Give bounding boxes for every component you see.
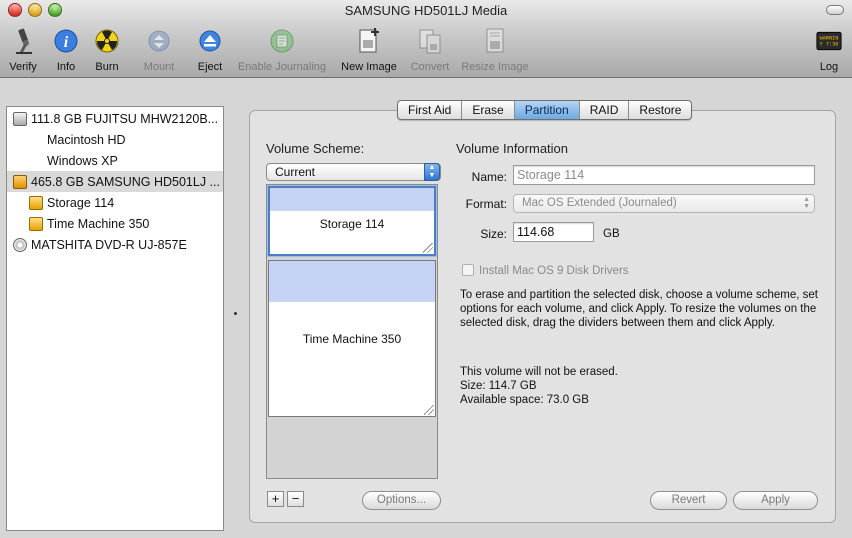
tab-first-aid[interactable]: First Aid	[398, 101, 463, 119]
convert-icon	[417, 26, 443, 56]
info-icon: i	[53, 26, 79, 56]
name-label: Name:	[471, 170, 507, 184]
install-os9-drivers-label: Install Mac OS 9 Disk Drivers	[479, 265, 629, 277]
resize-grip-icon[interactable]	[424, 405, 434, 415]
size-unit: GB	[603, 228, 620, 240]
size-field[interactable]: 114.68	[513, 222, 594, 242]
options-button[interactable]: Options...	[362, 491, 441, 510]
volume-scheme-select[interactable]: Current ▲ ▼	[266, 163, 441, 181]
eject-button[interactable]: Eject	[192, 26, 228, 76]
log-icon: WARNIN Y 7:36	[816, 26, 842, 56]
apply-button[interactable]: Apply	[733, 491, 818, 510]
tab-restore[interactable]: Restore	[629, 101, 691, 119]
info-button[interactable]: i Info	[50, 26, 82, 76]
journal-icon	[269, 26, 295, 56]
instructions-text: To erase and partition the selected disk…	[460, 289, 818, 329]
svg-text:WARNIN: WARNIN	[820, 35, 839, 41]
tab-bar: First Aid Erase Partition RAID Restore	[397, 100, 693, 120]
volume-scheme-label: Volume Scheme:	[266, 141, 365, 156]
enable-journaling-button[interactable]: Enable Journaling	[234, 26, 330, 76]
verify-button[interactable]: Verify	[4, 26, 42, 76]
partition-usage-band	[270, 188, 434, 211]
sidebar-item-dvd-drive[interactable]: MATSHITA DVD-R UJ-857E	[7, 234, 223, 255]
mount-icon	[146, 26, 172, 56]
sidebar-item-windows-xp[interactable]: Windows XP	[7, 150, 223, 171]
microscope-icon	[10, 26, 36, 56]
available-space-text: Available space: 73.0 GB	[460, 394, 589, 406]
volume-information-heading: Volume Information	[456, 141, 569, 156]
convert-button[interactable]: Convert	[406, 26, 454, 76]
sidebar-item-storage-114[interactable]: Storage 114	[7, 192, 223, 213]
partition-storage-114[interactable]: Storage 114	[268, 186, 436, 256]
sidebar-item-time-machine-350[interactable]: Time Machine 350	[7, 213, 223, 234]
popup-arrows-icon: ▲ ▼	[803, 196, 810, 210]
radiation-icon	[94, 26, 120, 56]
tab-raid[interactable]: RAID	[580, 101, 630, 119]
new-image-button[interactable]: New Image	[338, 26, 400, 76]
external-disk-icon	[13, 174, 27, 189]
split-view-handle[interactable]	[234, 312, 237, 315]
window-toolbar: SAMSUNG HD501LJ Media Verify i Info Burn…	[0, 0, 852, 78]
format-label: Format:	[465, 197, 507, 211]
format-select[interactable]: Mac OS Extended (Journaled) ▲ ▼	[513, 194, 815, 213]
resize-grip-icon[interactable]	[423, 243, 433, 253]
sidebar-item-samsung-disk[interactable]: 465.8 GB SAMSUNG HD501LJ ...	[7, 171, 223, 192]
toolbar-toggle-button[interactable]	[826, 5, 844, 15]
eject-icon	[197, 26, 223, 56]
install-os9-drivers-checkbox[interactable]	[462, 264, 474, 276]
volume-icon	[29, 195, 43, 210]
window-title: SAMSUNG HD501LJ Media	[344, 3, 508, 18]
erase-status-text: This volume will not be erased.	[460, 366, 618, 378]
optical-disc-icon	[13, 237, 27, 252]
mount-button[interactable]: Mount	[138, 26, 180, 76]
popup-arrows-icon: ▲ ▼	[424, 163, 440, 181]
tab-partition[interactable]: Partition	[514, 101, 580, 119]
disk-list-sidebar[interactable]: 111.8 GB FUJITSU MHW2120B... Macintosh H…	[6, 106, 224, 531]
partition-time-machine-350[interactable]: Time Machine 350	[268, 260, 436, 417]
remove-partition-button[interactable]: −	[287, 491, 304, 507]
partition-map[interactable]: Storage 114 Time Machine 350	[266, 184, 438, 479]
partition-usage-band	[269, 261, 435, 302]
tab-erase[interactable]: Erase	[462, 101, 515, 119]
size-label: Size:	[480, 227, 507, 241]
resize-image-icon	[482, 26, 508, 56]
volume-icon	[29, 216, 43, 231]
log-button[interactable]: WARNIN Y 7:36 Log	[812, 26, 846, 76]
burn-button[interactable]: Burn	[90, 26, 124, 76]
revert-button[interactable]: Revert	[650, 491, 727, 510]
svg-text:Y 7:36: Y 7:36	[820, 41, 839, 47]
volume-size-text: Size: 114.7 GB	[460, 380, 537, 392]
new-image-icon	[356, 26, 382, 56]
resize-image-button[interactable]: Resize Image	[458, 26, 532, 76]
name-field[interactable]: Storage 114	[513, 165, 815, 185]
add-partition-button[interactable]: +	[267, 491, 284, 507]
sidebar-item-macintosh-hd[interactable]: Macintosh HD	[7, 129, 223, 150]
hard-disk-icon	[13, 111, 27, 126]
svg-text:i: i	[64, 34, 69, 51]
sidebar-item-fujitsu-disk[interactable]: 111.8 GB FUJITSU MHW2120B...	[7, 108, 223, 129]
